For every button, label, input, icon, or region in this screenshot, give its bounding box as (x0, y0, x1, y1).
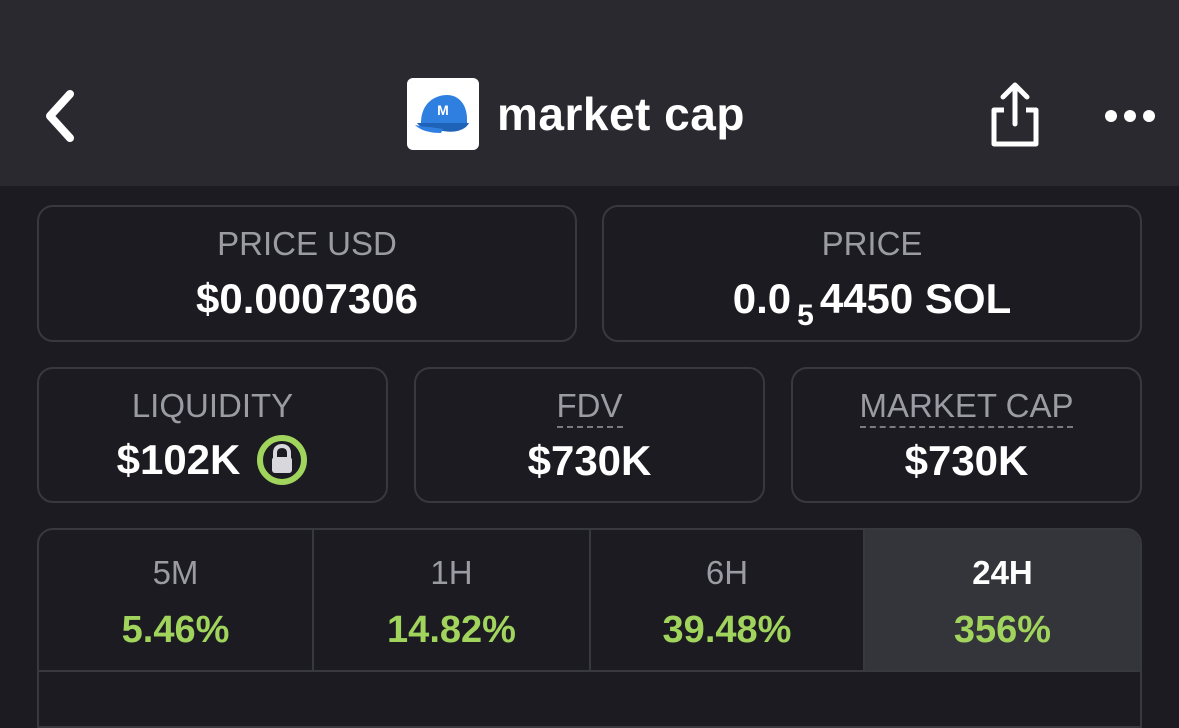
price-sol-suffix: 4450 SOL (819, 275, 1012, 322)
price-sol-subscript: 5 (797, 299, 814, 332)
more-options-button[interactable] (1100, 96, 1160, 136)
share-icon (991, 82, 1039, 147)
liquidity-card[interactable]: LIQUIDITY $102K (37, 367, 388, 503)
liquidity-value-row: $102K (39, 434, 386, 486)
timeframe-row: 5M 5.46% 1H 14.82% 6H 39.48% 24H 356% (39, 530, 1140, 672)
market-cap-label: MARKET CAP (793, 387, 1140, 428)
market-cap-value: $730K (904, 437, 1029, 484)
price-sol-card: PRICE 0.0 5 4450 SOL (602, 205, 1142, 342)
tab-5m-label: 5M (152, 554, 199, 591)
tab-1h-label: 1H (430, 554, 473, 591)
page-title: market cap (497, 88, 745, 140)
tab-6h-change: 39.48% (662, 609, 792, 651)
market-cap-card[interactable]: MARKET CAP $730K (791, 367, 1142, 503)
tab-1h-change: 14.82% (387, 609, 516, 651)
price-usd-value: $0.0007306 (196, 275, 418, 322)
price-sol-value: 0.0 5 4450 SOL (604, 275, 1140, 331)
price-usd-card: PRICE USD $0.0007306 (37, 205, 577, 342)
share-button[interactable] (986, 80, 1044, 150)
tab-24h[interactable]: 24H 356% (865, 530, 1140, 670)
back-button[interactable] (36, 86, 84, 146)
price-usd-label: PRICE USD (217, 225, 397, 262)
ellipsis-icon (1105, 110, 1155, 122)
price-sol-prefix: 0.0 (732, 275, 792, 322)
tab-5m-change: 5.46% (121, 609, 230, 651)
logo-letter: M (437, 102, 449, 118)
tab-6h[interactable]: 6H 39.48% (591, 530, 865, 670)
tab-24h-label: 24H (972, 554, 1033, 591)
token-title: M market cap (407, 78, 745, 150)
chevron-left-icon (46, 90, 74, 142)
liquidity-value: $102K (116, 436, 241, 483)
fdv-card[interactable]: FDV $730K (414, 367, 765, 503)
price-sol-label: PRICE (821, 225, 923, 262)
timeframe-tabs: 5M 5.46% 1H 14.82% 6H 39.48% 24H 356% (37, 528, 1142, 728)
fdv-value: $730K (527, 437, 652, 484)
fdv-label: FDV (416, 387, 763, 428)
lock-icon (257, 435, 308, 485)
liquidity-label: LIQUIDITY (131, 387, 294, 424)
tab-6h-label: 6H (705, 554, 749, 591)
token-logo: M (407, 78, 479, 150)
tab-5m[interactable]: 5M 5.46% (39, 530, 314, 670)
tab-1h[interactable]: 1H 14.82% (314, 530, 591, 670)
tab-24h-change: 356% (953, 609, 1052, 651)
cap-icon: M (415, 95, 469, 133)
top-bar: M market cap (0, 0, 1179, 186)
